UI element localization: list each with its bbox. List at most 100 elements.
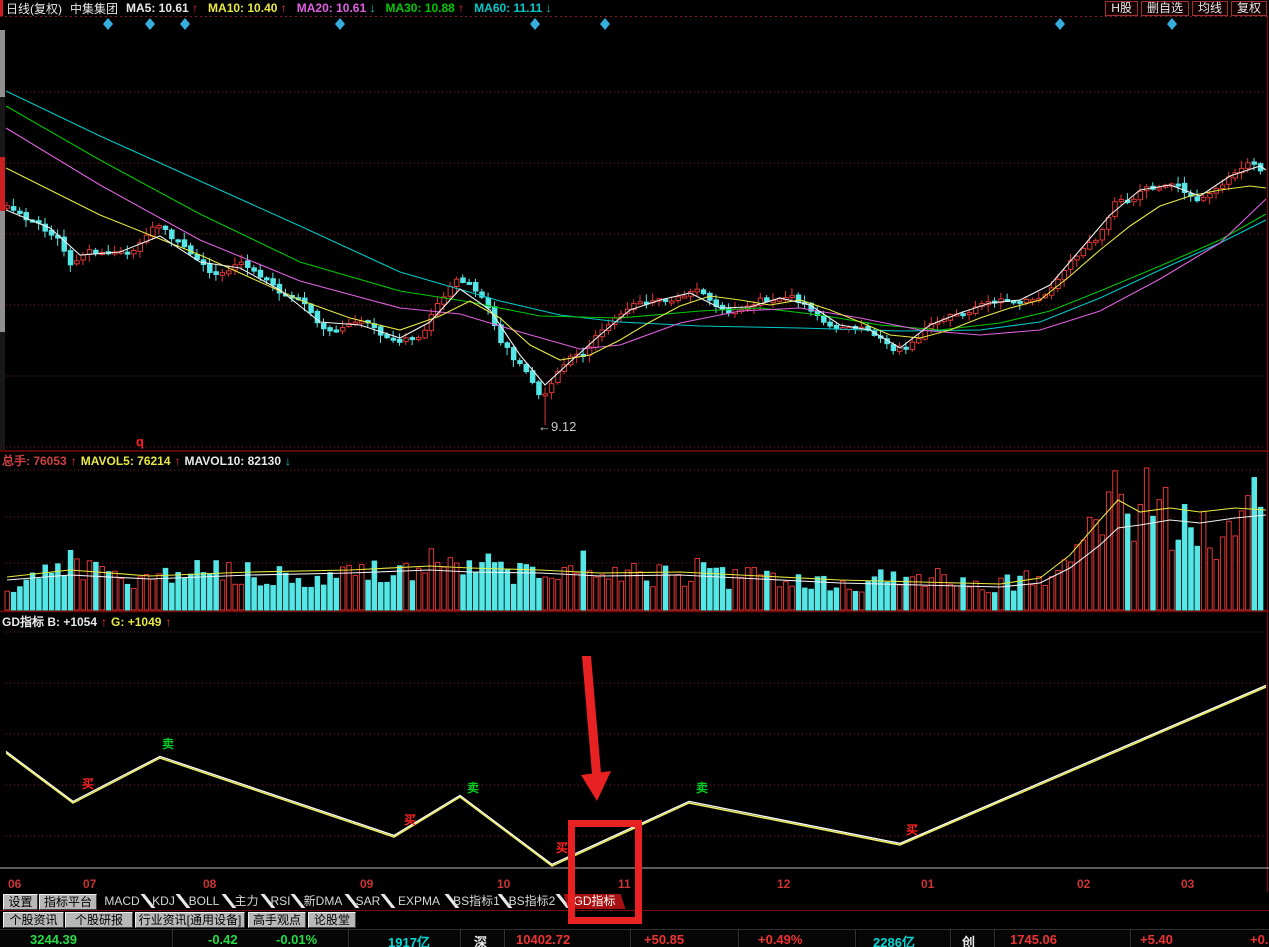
index-value: +5.40 — [1140, 932, 1173, 947]
title-bar-buttons: H股 删自选 均线 复权 — [1102, 1, 1267, 16]
month-label: 02 — [1077, 877, 1091, 891]
up-arrow-icon: ↑ — [192, 1, 199, 15]
up-arrow-icon: ↑ — [70, 453, 77, 468]
ma-value-label: MA20: 10.61 ↓ — [296, 1, 376, 15]
status-divider — [348, 930, 350, 947]
signal-buy: 买 — [906, 823, 918, 837]
down-arrow-icon: ↓ — [285, 453, 292, 468]
index-value: 10402.72 — [516, 932, 571, 947]
month-label: 10 — [497, 877, 511, 891]
tab-BS指标2[interactable]: BS指标2 — [505, 894, 559, 909]
index-value: +0. — [1250, 932, 1269, 947]
index-value: 1917亿 — [388, 935, 430, 947]
index-value: 3244.39 — [30, 932, 77, 947]
status-divider — [1130, 930, 1132, 947]
status-divider — [950, 930, 952, 947]
status-divider — [460, 930, 462, 947]
ma-value-label: MA30: 10.88 ↑ — [385, 1, 465, 15]
signal-sell: 卖 — [467, 780, 479, 795]
tab-EXPMA[interactable]: EXPMA — [390, 894, 448, 909]
button-个股资讯[interactable]: 个股资讯 — [3, 912, 64, 928]
symbol-name[interactable]: 中集集团 — [70, 0, 118, 17]
tab-BOLL[interactable]: BOLL — [183, 894, 225, 909]
annotation-highlight-rect — [568, 820, 642, 924]
tab-新DMA[interactable]: 新DMA — [298, 894, 348, 909]
status-divider — [738, 930, 740, 947]
down-arrow-icon: ↓ — [545, 1, 552, 15]
signal-sell: 卖 — [696, 780, 708, 795]
header-value: 总手: 76053 — [2, 454, 67, 468]
index-value: -0.01% — [276, 932, 318, 947]
index-value: 1745.06 — [1010, 932, 1057, 947]
status-divider — [855, 930, 857, 947]
month-label: 03 — [1181, 877, 1195, 891]
ma-line-MA5 — [5, 165, 1267, 386]
gd-pane-header: GD指标 B: +1054 ↑ G: +1049 ↑ — [2, 613, 175, 630]
left-edge-strip — [0, 30, 5, 450]
market-status-bar: 3244.39 -0.42 -0.01% 1917亿 深 10402.72 +50.85 +0… — [0, 929, 1269, 947]
month-label: 09 — [360, 877, 374, 891]
header-value: MAVOL10: 82130 — [184, 453, 282, 468]
status-divider — [504, 930, 506, 947]
svg-text:q: q — [136, 434, 144, 449]
tab-MACD[interactable]: MACD — [100, 894, 144, 909]
header-value: G: +1049 — [111, 614, 162, 629]
ma-value-label: MA60: 11.11 ↓ — [474, 1, 552, 15]
button-设置[interactable]: 设置 — [3, 894, 38, 910]
price-ma-lines — [5, 90, 1267, 386]
signal-buy: 买 — [404, 813, 416, 827]
status-divider — [994, 930, 996, 947]
title-bar: 日线(复权) 中集集团 MA5: 10.61 ↑ MA10: 10.40 ↑ MA2… — [0, 0, 1269, 16]
titlebar-button-H股[interactable]: H股 — [1105, 1, 1138, 16]
button-行业资讯[通用设备][interactable]: 行业资讯[通用设备] — [135, 912, 245, 928]
chart-canvas[interactable]: ←9.12q买卖买卖买卖买06 07 08 09 10 11 12 01 02 03 — [0, 0, 1269, 947]
tab-主力[interactable]: 主力 — [229, 894, 264, 909]
month-label: 01 — [921, 877, 935, 891]
tab-KDJ[interactable]: KDJ — [148, 894, 179, 909]
ma-values: MA5: 10.61 ↑ MA10: 10.40 ↑ MA20: 10.61 ↓ MA… — [126, 1, 562, 15]
index-value: 2286亿 — [873, 935, 915, 947]
tab-BS指标1[interactable]: BS指标1 — [452, 894, 501, 909]
ma-line-MA20 — [5, 127, 1267, 350]
period-label[interactable]: 日线(复权) — [6, 0, 62, 17]
up-arrow-icon: ↑ — [174, 453, 181, 468]
titlebar-button-删自选[interactable]: 删自选 — [1140, 1, 1189, 16]
index-value: 创 — [962, 935, 976, 947]
up-arrow-icon: ↑ — [458, 1, 465, 15]
signal-sell: 卖 — [162, 736, 174, 751]
ma-value-label: MA10: 10.40 ↑ — [208, 1, 287, 15]
chart-annotations: ←9.12 q — [136, 419, 576, 449]
window-edge-tick — [0, 0, 3, 16]
month-label: 06 — [8, 877, 22, 891]
status-divider — [172, 930, 174, 947]
annotation-arrow — [581, 656, 611, 801]
titlebar-button-均线[interactable]: 均线 — [1191, 1, 1228, 16]
ma-line-MA30 — [5, 105, 1267, 331]
index-value: -0.42 — [208, 932, 238, 947]
volume-pane-header: 总手: 76053 ↑ MAVOL5: 76214 ↑ MAVOL10: 82130 ↓ — [2, 452, 295, 469]
svg-text:←9.12: ←9.12 — [538, 419, 576, 434]
index-value: +0.49% — [758, 932, 803, 947]
month-label: 08 — [203, 877, 217, 891]
up-arrow-icon: ↑ — [165, 614, 172, 629]
month-label: 07 — [83, 877, 97, 891]
signal-buy: 买 — [82, 777, 94, 791]
status-divider — [630, 930, 632, 947]
volume-bars — [4, 467, 1264, 611]
header-value: MAVOL5: 76214 — [80, 453, 171, 468]
down-arrow-icon: ↓ — [369, 1, 376, 15]
signal-buy: 买 — [556, 841, 568, 855]
candlesticks — [4, 157, 1264, 425]
header-value: GD指标 B: +1054 — [2, 615, 98, 629]
button-个股研报[interactable]: 个股研报 — [65, 912, 133, 928]
button-高手观点[interactable]: 高手观点 — [248, 912, 306, 928]
button-指标平台[interactable]: 指标平台 — [39, 894, 97, 910]
tab-SAR[interactable]: SAR — [352, 894, 384, 909]
trading-app-window: { "title_bar": { "period": "日线(复权)", "sy… — [0, 0, 1269, 947]
tab-RSI[interactable]: RSI — [267, 894, 294, 909]
index-value: 深 — [474, 935, 488, 947]
titlebar-button-复权[interactable]: 复权 — [1230, 1, 1267, 16]
index-value: +50.85 — [644, 932, 685, 947]
button-论股堂[interactable]: 论股堂 — [308, 912, 356, 928]
ma-value-label: MA5: 10.61 ↑ — [126, 1, 199, 15]
